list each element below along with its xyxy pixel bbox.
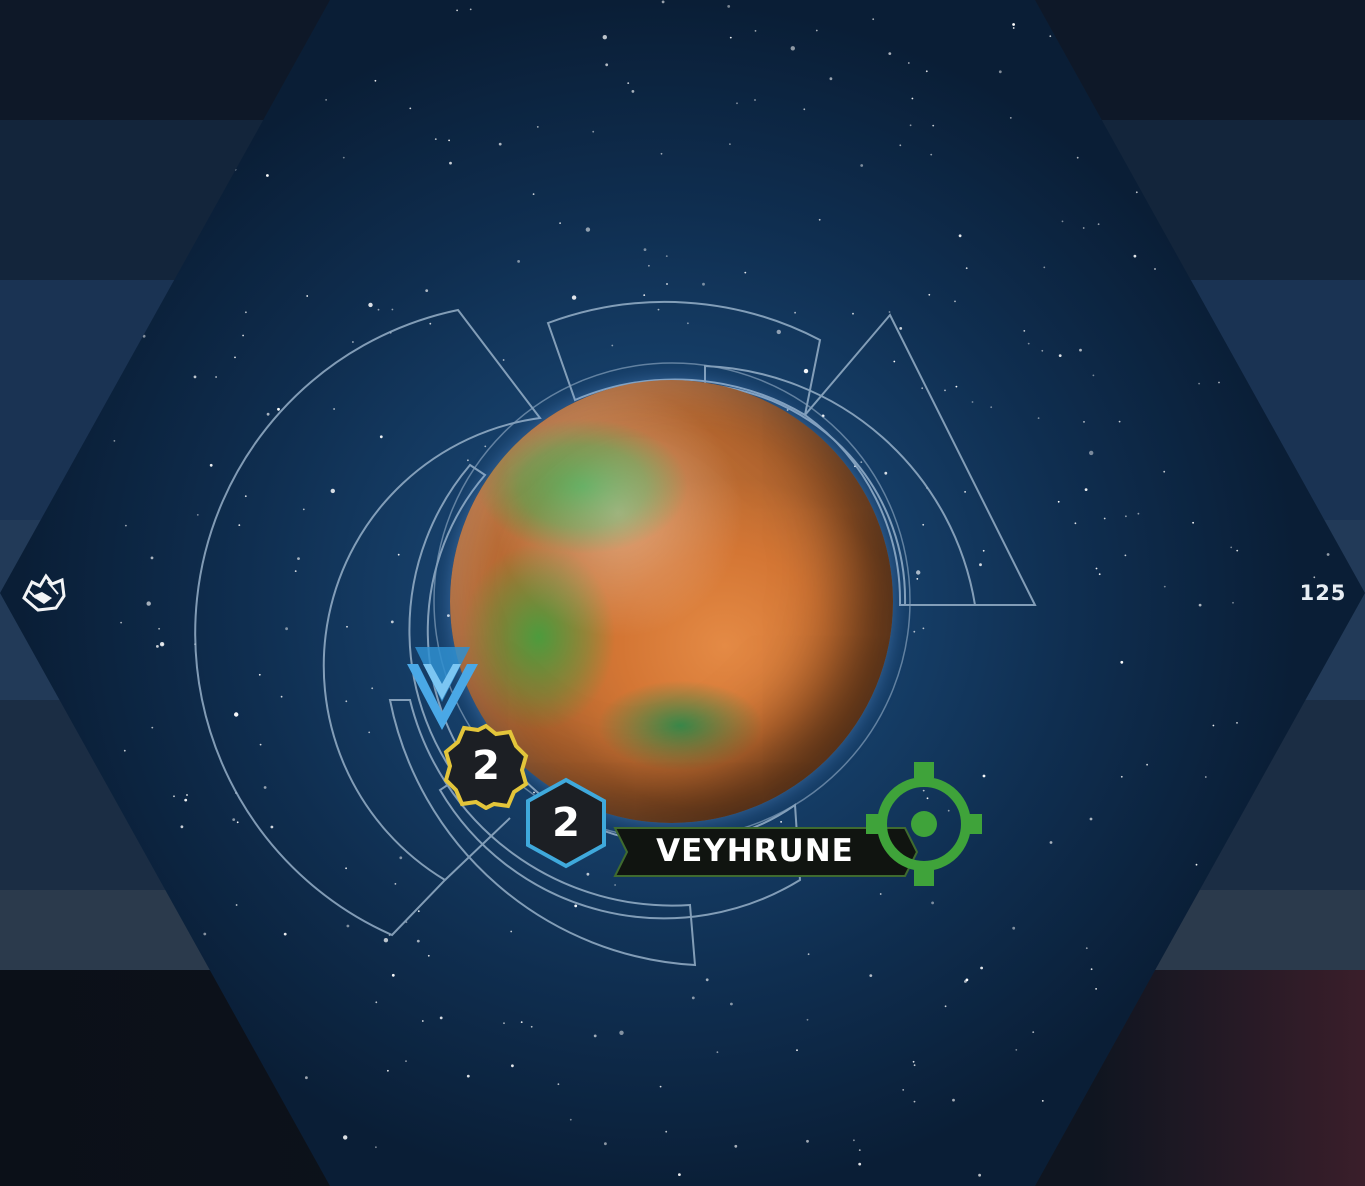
influence-value: 2	[552, 800, 580, 846]
resources-value: 2	[472, 743, 500, 789]
game-tile-view: 125 2 2 VEYHRUNE	[0, 0, 1365, 1186]
green-biotic-skip-icon	[866, 762, 982, 886]
planet-name: VEYHRUNE	[656, 833, 854, 869]
tile-number: 125	[1299, 581, 1347, 605]
resources-badge: 2	[442, 722, 530, 811]
influence-badge: 2	[524, 777, 608, 869]
mentak-faction-icon	[22, 573, 66, 612]
orbit-wedge-lower-left	[444, 817, 511, 881]
